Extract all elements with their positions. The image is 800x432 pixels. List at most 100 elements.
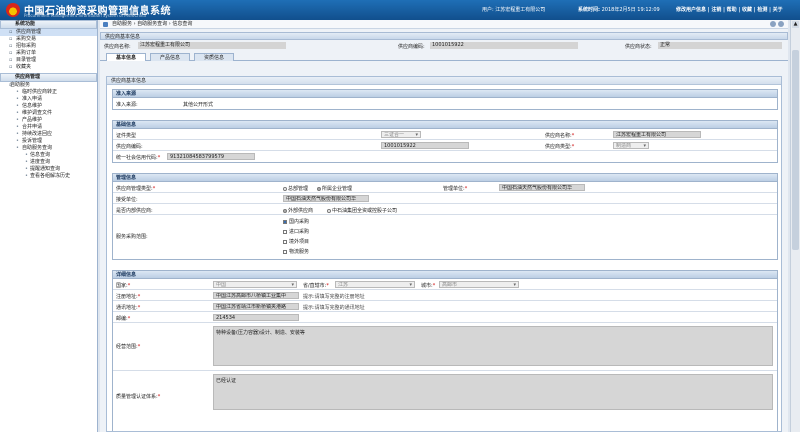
mgmt-unit-field[interactable]: 中国石油天然气股份有限公司华 xyxy=(499,184,585,191)
mgmt-row-4: 服务采购范围: 国内采购 进口采购 境外项目 物流服务 xyxy=(113,215,777,259)
sidebar-item-self-service[interactable]: 自助服务 xyxy=(0,82,97,89)
time-label: 系统时间: xyxy=(578,7,600,13)
scope-overseas-checkbox[interactable]: 境外项目 xyxy=(283,238,309,245)
business-scope-label: 经营范围:* xyxy=(116,344,141,350)
system-time: 系统时间: 2018年2月5日 19:12:09 xyxy=(578,6,660,13)
tab-product-info[interactable]: 产品信息 xyxy=(150,53,190,61)
access-label: 准入来源: xyxy=(116,102,138,108)
section-detail: 详细信息 国家:* 中国 省/直辖市:* 江苏 城市:* 高邮市 注册地址:* … xyxy=(112,270,778,431)
sidebar-item-temp-supplier[interactable]: 临时供应商转正 xyxy=(0,89,97,96)
credit-code-label: 统一社会信用代码:* xyxy=(116,155,161,161)
help-link[interactable]: 帮助 xyxy=(727,7,737,13)
internal-radio-subsidiary[interactable]: 中石油集团全资或控股子公司 xyxy=(327,207,397,214)
sidebar-item-procurement[interactable]: 采购交易 xyxy=(0,36,97,43)
edit-user-link[interactable]: 修改用户信息 xyxy=(676,7,706,13)
receive-unit-field[interactable]: 中国石油天然气股份有限公司华 xyxy=(283,195,369,202)
about-link[interactable]: 关于 xyxy=(773,7,783,13)
summary-name-value: 江苏宏程重工有限公司 xyxy=(138,42,286,49)
section-mgmt-head: 管理信息 xyxy=(113,174,777,182)
country-label: 国家:* xyxy=(116,283,131,289)
sidebar-item-notice-query[interactable]: 提醒通知查询 xyxy=(0,166,97,173)
mail-addr-label: 通讯地址:* xyxy=(116,305,141,311)
supplier-name-label: 供应商名称:* xyxy=(545,133,575,139)
time-value: 2018年2月5日 19:12:09 xyxy=(601,7,660,13)
sidebar-item-progress-query[interactable]: 进度查询 xyxy=(0,159,97,166)
mgmt-unit-label: 管理单位:* xyxy=(443,186,468,192)
section-access: 准入来源 准入来源: 其他公开形式 xyxy=(112,89,778,110)
sidebar-item-access-apply[interactable]: 准入申请 xyxy=(0,96,97,103)
app-subtitle: Procurement Management Information Syste… xyxy=(24,13,146,18)
top-links: 修改用户信息 | 注销 | 帮助 | 收藏 | 检测 | 关于 xyxy=(676,7,783,13)
detail-row-zip: 邮编:* 214534 xyxy=(113,312,777,323)
scroll-up-icon[interactable]: ▲ xyxy=(792,21,799,28)
logout-link[interactable]: 注销 xyxy=(711,7,721,13)
summary-status-value: 正常 xyxy=(658,42,782,49)
detail-row-country: 国家:* 中国 省/直辖市:* 江苏 城市:* 高邮市 xyxy=(113,279,777,290)
refresh-icon[interactable] xyxy=(770,21,776,27)
home-icon xyxy=(103,22,108,27)
section-detail-head: 详细信息 xyxy=(113,271,777,279)
summary-code-value: 1001015922 xyxy=(430,42,578,49)
supplier-name-field[interactable]: 江苏宏程重工有限公司 xyxy=(613,131,701,138)
internal-radio-external[interactable]: 外部供应商 xyxy=(283,207,313,214)
mgmt-radio-hq[interactable]: 总部管理 xyxy=(283,185,308,192)
quality-cert-textarea[interactable]: 已经认证 xyxy=(213,374,773,410)
sidebar-item-thaw-history[interactable]: 查看各组解冻历史 xyxy=(0,173,97,180)
tab-qualification-info[interactable]: 资质信息 xyxy=(194,53,234,61)
breadcrumb-text: 自助服务 › 自助服务查询 › 信息查询 xyxy=(112,21,193,27)
sidebar-item-supplier-mgmt[interactable]: 供应商管理 xyxy=(0,29,97,36)
summary-status-label: 供应商状态: xyxy=(625,44,652,50)
sidebar-item-catalog[interactable]: 目录管理 xyxy=(0,57,97,64)
sidebar-item-improve[interactable]: 持续改进回应 xyxy=(0,131,97,138)
sidebar-item-favorites[interactable]: 收藏夹 xyxy=(0,64,97,71)
scope-import-checkbox[interactable]: 进口采购 xyxy=(283,228,309,235)
sidebar-item-self-query[interactable]: 自助服务查询 xyxy=(0,145,97,152)
mgmt-row-2: 接受单位: 中国石油天然气股份有限公司华 xyxy=(113,193,777,204)
scope-logistics-checkbox[interactable]: 物流服务 xyxy=(283,248,309,255)
province-select[interactable]: 江苏 xyxy=(335,281,415,288)
app-header: 中国石油物资采购管理信息系统 Procurement Management In… xyxy=(0,0,800,20)
sidebar-item-info-maintain[interactable]: 信息维护 xyxy=(0,103,97,110)
city-select[interactable]: 高邮市 xyxy=(439,281,519,288)
sidebar-item-product[interactable]: 产品维护 xyxy=(0,117,97,124)
detail-row-reg-addr: 注册地址:* 中国江苏高邮市八桥镇工业集中 提示:请填写完整的注册地址 xyxy=(113,290,777,301)
content-panel: 供应商基本信息 准入来源 准入来源: 其他公开形式 基础信息 证件类型 三证合一… xyxy=(106,76,782,432)
detail-row-quality: 质量管理认证体系:* 已经认证 xyxy=(113,371,777,411)
reg-addr-label: 注册地址:* xyxy=(116,294,141,300)
sidebar-item-survey[interactable]: 维护调查文件 xyxy=(0,110,97,117)
close-icon[interactable] xyxy=(778,21,784,27)
section-access-head: 准入来源 xyxy=(113,90,777,98)
zip-label: 邮编:* xyxy=(116,316,131,322)
country-select[interactable]: 中国 xyxy=(213,281,297,288)
mail-addr-field[interactable]: 中国江苏省靖江市新桥镇夹港路 xyxy=(213,303,299,310)
mgmt-radio-enterprise[interactable]: 所属企业管理 xyxy=(317,185,352,192)
current-user: 用户: 江苏宏程重工有限公司 xyxy=(482,6,545,13)
supplier-type-select[interactable]: 制造商 xyxy=(613,142,649,149)
summary-code-label: 供应商编码: xyxy=(398,44,425,50)
breadcrumb: 自助服务 › 自助服务查询 › 信息查询 xyxy=(100,20,788,29)
sidebar-item-merge[interactable]: 合并申请 xyxy=(0,124,97,131)
tab-basic-info[interactable]: 基本信息 xyxy=(106,53,146,61)
scroll-thumb[interactable] xyxy=(792,50,799,250)
access-row: 准入来源: 其他公开形式 xyxy=(113,98,777,109)
scope-domestic-checkbox[interactable]: 国内采购 xyxy=(283,218,309,225)
zip-field[interactable]: 214534 xyxy=(213,314,299,321)
credit-code-field[interactable]: 91321084583799579 xyxy=(167,153,255,160)
sidebar-item-complaint[interactable]: 投诉管理 xyxy=(0,138,97,145)
basic-row-1: 证件类型 三证合一 供应商名称:* 江苏宏程重工有限公司 xyxy=(113,129,777,140)
check-link[interactable]: 检测 xyxy=(757,7,767,13)
sidebar-item-bidding[interactable]: 招标采购 xyxy=(0,43,97,50)
sidebar-item-info-query[interactable]: 信息查询 xyxy=(0,152,97,159)
cert-type-select[interactable]: 三证合一 xyxy=(381,131,421,138)
basic-row-3: 统一社会信用代码:* 91321084583799579 xyxy=(113,151,777,162)
province-label: 省/直辖市:* xyxy=(303,283,329,289)
sidebar-item-orders[interactable]: 采购订单 xyxy=(0,50,97,57)
reg-addr-field[interactable]: 中国江苏高邮市八桥镇工业集中 xyxy=(213,292,299,299)
sidebar-head-supplier[interactable]: 供应商管理 xyxy=(0,73,97,82)
basic-row-2: 供应商编码: 1001015922 供应商类型:* 制造商 xyxy=(113,140,777,151)
page-scrollbar[interactable]: ▲ xyxy=(790,20,800,432)
business-scope-textarea[interactable]: 特种设备(压力容器)设计、制造、安装等 xyxy=(213,326,773,366)
sidebar-head-system[interactable]: 系统功能 xyxy=(0,20,97,29)
favorites-link[interactable]: 收藏 xyxy=(742,7,752,13)
supplier-code-field[interactable]: 1001015922 xyxy=(381,142,469,149)
